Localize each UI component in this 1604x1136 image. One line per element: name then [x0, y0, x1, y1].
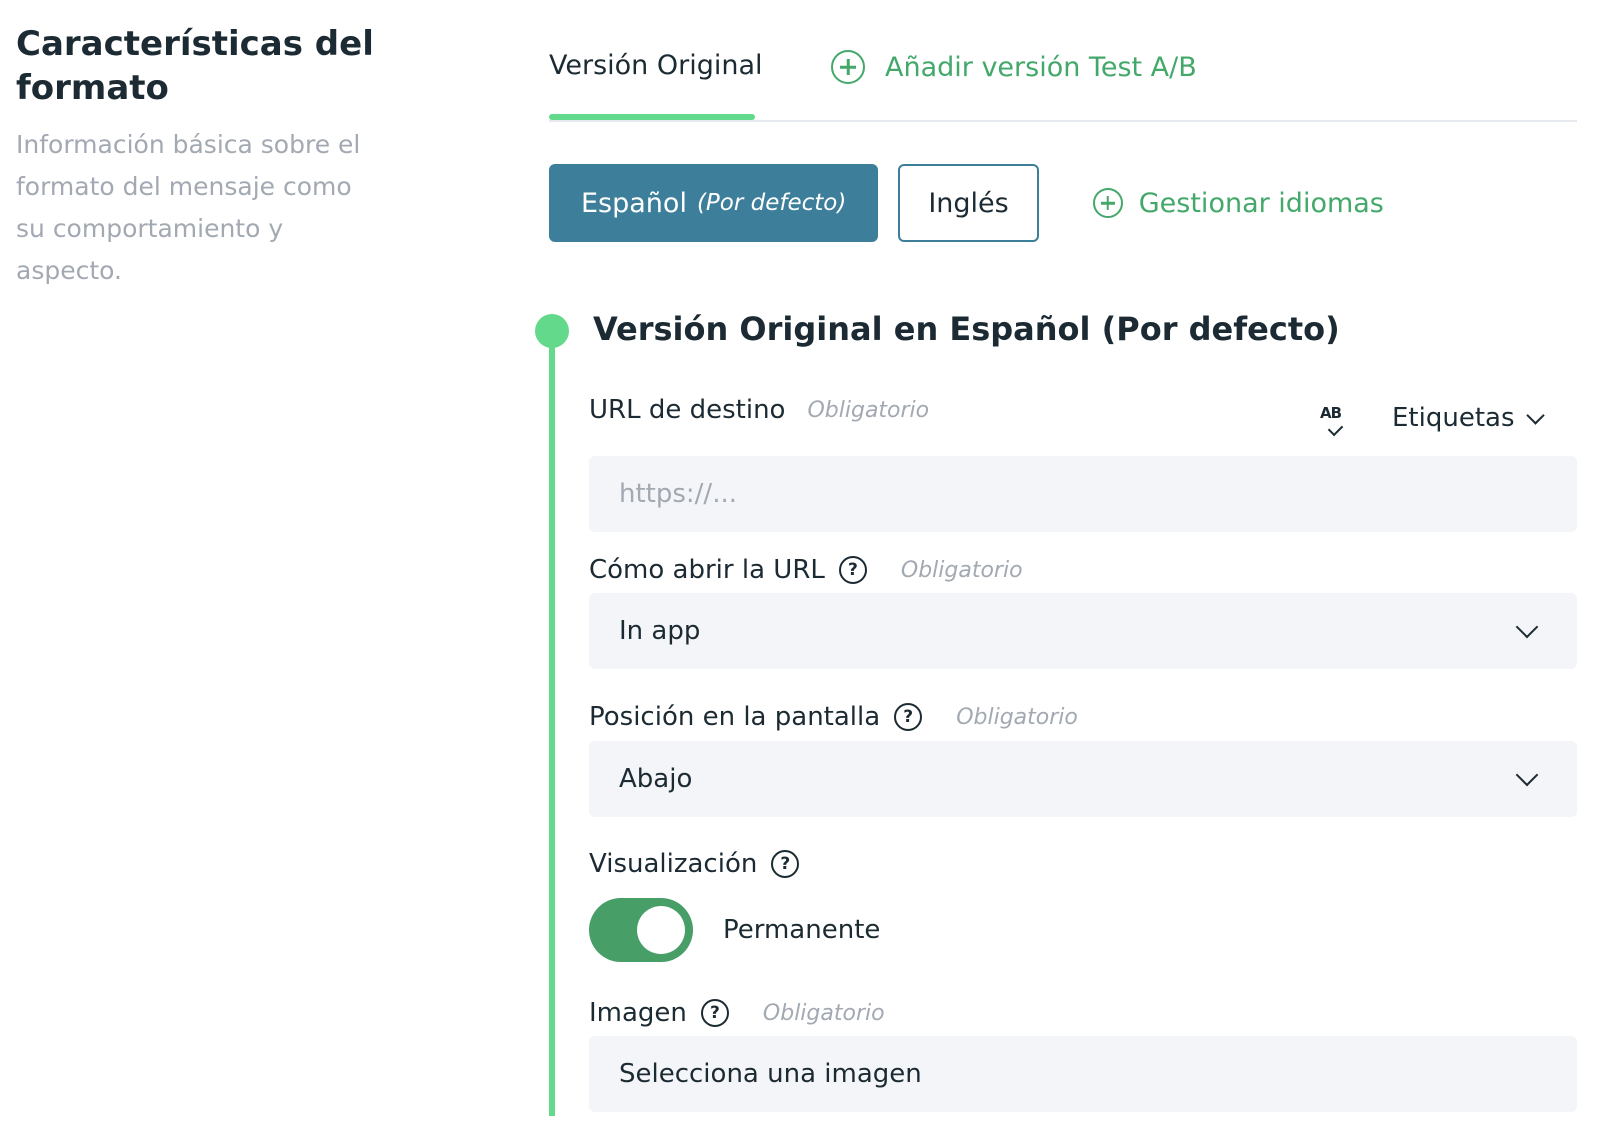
help-icon[interactable]: ? [771, 850, 800, 878]
chevron-down-icon [1515, 615, 1539, 639]
required-tag: Obligatorio [900, 557, 1023, 583]
labels-dropdown-label: Etiquetas [1392, 403, 1515, 433]
plus-circle-icon [1092, 188, 1123, 218]
version-tabs: Versión Original Añadir versión Test A/B [549, 0, 1577, 122]
open-url-select[interactable]: In app [589, 593, 1577, 669]
active-tab-indicator [549, 114, 755, 120]
tab-original-version[interactable]: Versión Original [549, 50, 763, 81]
position-label-text: Posición en la pantalla [589, 702, 881, 732]
image-label-text: Imagen [589, 998, 687, 1028]
language-button-english[interactable]: Inglés [898, 164, 1039, 242]
language-selector: Español (Por defecto) Inglés Gestionar i… [549, 164, 1384, 242]
open-url-field-label: Cómo abrir la URL ? Obligatorio [589, 548, 1023, 592]
plus-circle-icon [831, 50, 865, 84]
add-ab-version-button[interactable]: Añadir versión Test A/B [831, 50, 1197, 84]
manage-languages-label: Gestionar idiomas [1138, 187, 1384, 219]
open-url-selected-value: In app [619, 616, 701, 646]
labels-dropdown[interactable]: Etiquetas [1392, 403, 1545, 433]
required-tag: Obligatorio [762, 1000, 885, 1026]
timeline-line [549, 330, 555, 1116]
required-tag: Obligatorio [807, 397, 930, 423]
position-selected-value: Abajo [619, 764, 693, 794]
url-label-text: URL de destino [589, 395, 786, 425]
display-field-label: Visualización ? [589, 842, 800, 886]
section-info: Características del formato Información … [16, 22, 376, 292]
toggle-knob [637, 906, 685, 954]
manage-languages-button[interactable]: Gestionar idiomas [1092, 187, 1384, 219]
permanent-toggle-label: Permanente [723, 915, 881, 945]
section-description: Información básica sobre el formato del … [16, 130, 361, 285]
image-select-value: Selecciona una imagen [619, 1059, 922, 1089]
default-language-note: (Por defecto) [696, 190, 847, 216]
required-tag: Obligatorio [956, 704, 1078, 730]
chevron-down-icon [1525, 405, 1545, 425]
url-input[interactable] [619, 479, 1547, 509]
position-select[interactable]: Abajo [589, 741, 1577, 817]
chevron-down-icon [1515, 763, 1539, 787]
url-field-label: URL de destino Obligatorio [589, 388, 929, 432]
help-icon[interactable]: ? [700, 999, 729, 1027]
display-label-text: Visualización [589, 849, 758, 879]
language-button-spanish[interactable]: Español (Por defecto) [549, 164, 879, 242]
add-ab-version-label: Añadir versión Test A/B [885, 51, 1197, 83]
display-toggle-row: Permanente [589, 898, 880, 962]
open-url-label-text: Cómo abrir la URL [589, 555, 825, 585]
timeline-dot [535, 314, 569, 348]
image-select[interactable]: Selecciona una imagen [589, 1036, 1577, 1112]
url-input-box [589, 456, 1577, 532]
spellcheck-icon-text: AB [1320, 404, 1342, 422]
section-title: Características del formato [16, 24, 374, 108]
image-field-label: Imagen ? Obligatorio [589, 991, 885, 1035]
position-field-label: Posición en la pantalla ? Obligatorio [589, 695, 1078, 739]
help-icon[interactable]: ? [838, 556, 867, 584]
help-icon[interactable]: ? [894, 703, 923, 731]
language-name: Español [581, 187, 687, 219]
permanent-toggle[interactable] [589, 898, 693, 962]
format-panel: Versión Original Añadir versión Test A/B… [535, 0, 1577, 1136]
spellcheck-check-mark [1327, 420, 1344, 437]
language-name: Inglés [928, 187, 1009, 219]
spellcheck-icon[interactable]: AB [1320, 404, 1350, 438]
version-title: Versión Original en Español (Por defecto… [593, 310, 1340, 348]
